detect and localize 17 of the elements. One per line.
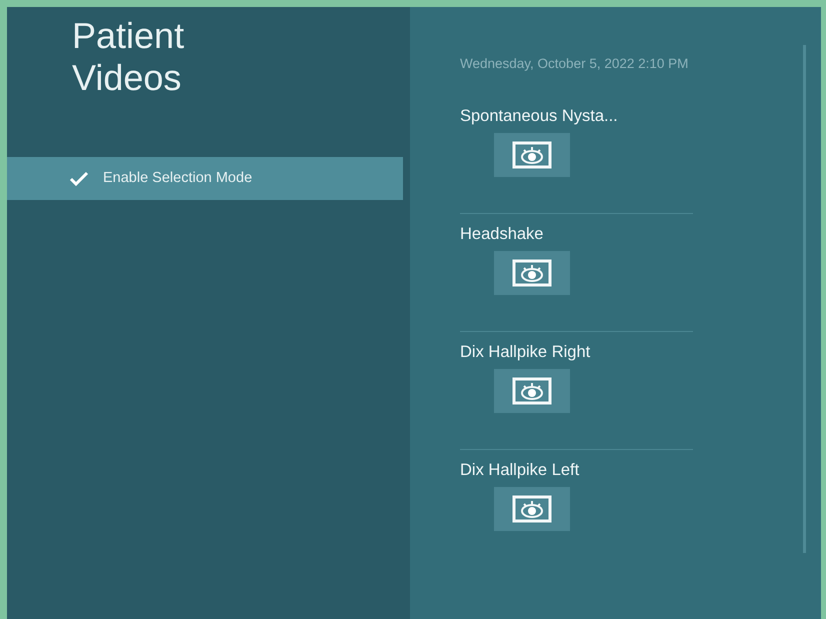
video-thumbnail-button[interactable] [494, 133, 570, 177]
video-title: Dix Hallpike Right [460, 342, 590, 363]
menu-item[interactable]: Enable Selection Mode [7, 157, 403, 200]
session-date: Wednesday, October 5, 2022 2:10 PM [460, 55, 690, 73]
video-thumbnail-button[interactable] [494, 487, 570, 531]
video-thumbnail-button[interactable] [494, 251, 570, 295]
page-title: Videos [72, 57, 182, 99]
eye-icon [512, 377, 552, 405]
video-thumbnail-button[interactable] [494, 369, 570, 413]
page-title: Patient [72, 15, 184, 57]
eye-icon [512, 259, 552, 287]
video-title: Dix Hallpike Left [460, 460, 580, 481]
eye-icon [512, 141, 552, 169]
video-title: Headshake [460, 224, 544, 245]
menu-item-label: Enable Selection Mode [103, 168, 252, 188]
eye-icon [512, 495, 552, 523]
video-title: Spontaneous Nysta... [460, 106, 618, 127]
